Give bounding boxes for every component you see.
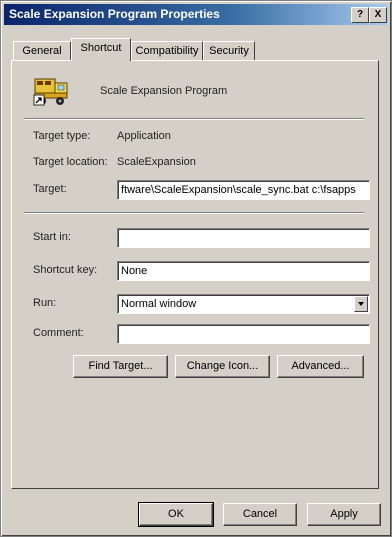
target-input[interactable]: ftware\ScaleExpansion\scale_sync.bat c:\… (117, 180, 370, 200)
apply-button[interactable]: Apply (307, 503, 381, 526)
start-in-input[interactable] (117, 228, 370, 248)
change-icon-button[interactable]: Change Icon... (175, 355, 270, 378)
title-bar[interactable]: Scale Expansion Program Properties ? X (4, 4, 388, 25)
shortcut-key-input[interactable]: None (117, 261, 370, 281)
comment-label: Comment: (33, 327, 84, 339)
app-name: Scale Expansion Program (100, 85, 228, 97)
tab-shortcut[interactable]: Shortcut (71, 38, 131, 61)
properties-dialog: Scale Expansion Program Properties ? X G… (0, 0, 392, 537)
start-in-label: Start in: (33, 231, 71, 243)
ok-button[interactable]: OK (138, 502, 214, 527)
run-select[interactable]: Normal window (117, 294, 370, 314)
help-button[interactable]: ? (351, 7, 369, 23)
target-location-label: Target location: (33, 156, 108, 168)
window-title: Scale Expansion Program Properties (9, 7, 220, 21)
run-label: Run: (33, 297, 57, 309)
target-label: Target: (33, 183, 67, 195)
tab-general[interactable]: General (13, 41, 71, 60)
comment-input[interactable] (117, 324, 370, 344)
cancel-button[interactable]: Cancel (223, 503, 297, 526)
target-location-value: ScaleExpansion (117, 156, 196, 168)
find-target-button[interactable]: Find Target... (73, 355, 168, 378)
shortcut-panel: Scale Expansion Program Target type: App… (11, 60, 379, 489)
target-type-value: Application (117, 130, 171, 142)
tab-security[interactable]: Security (203, 41, 255, 60)
run-select-value: Normal window (121, 298, 197, 310)
scale-truck-icon (33, 78, 68, 106)
advanced-button[interactable]: Advanced... (277, 355, 364, 378)
chevron-down-icon[interactable] (354, 296, 368, 312)
shortcut-key-label: Shortcut key: (33, 264, 98, 276)
tab-compatibility[interactable]: Compatibility (131, 41, 203, 60)
target-type-label: Target type: (33, 130, 91, 142)
close-button[interactable]: X (369, 7, 387, 23)
divider (24, 118, 364, 120)
divider (24, 212, 364, 214)
